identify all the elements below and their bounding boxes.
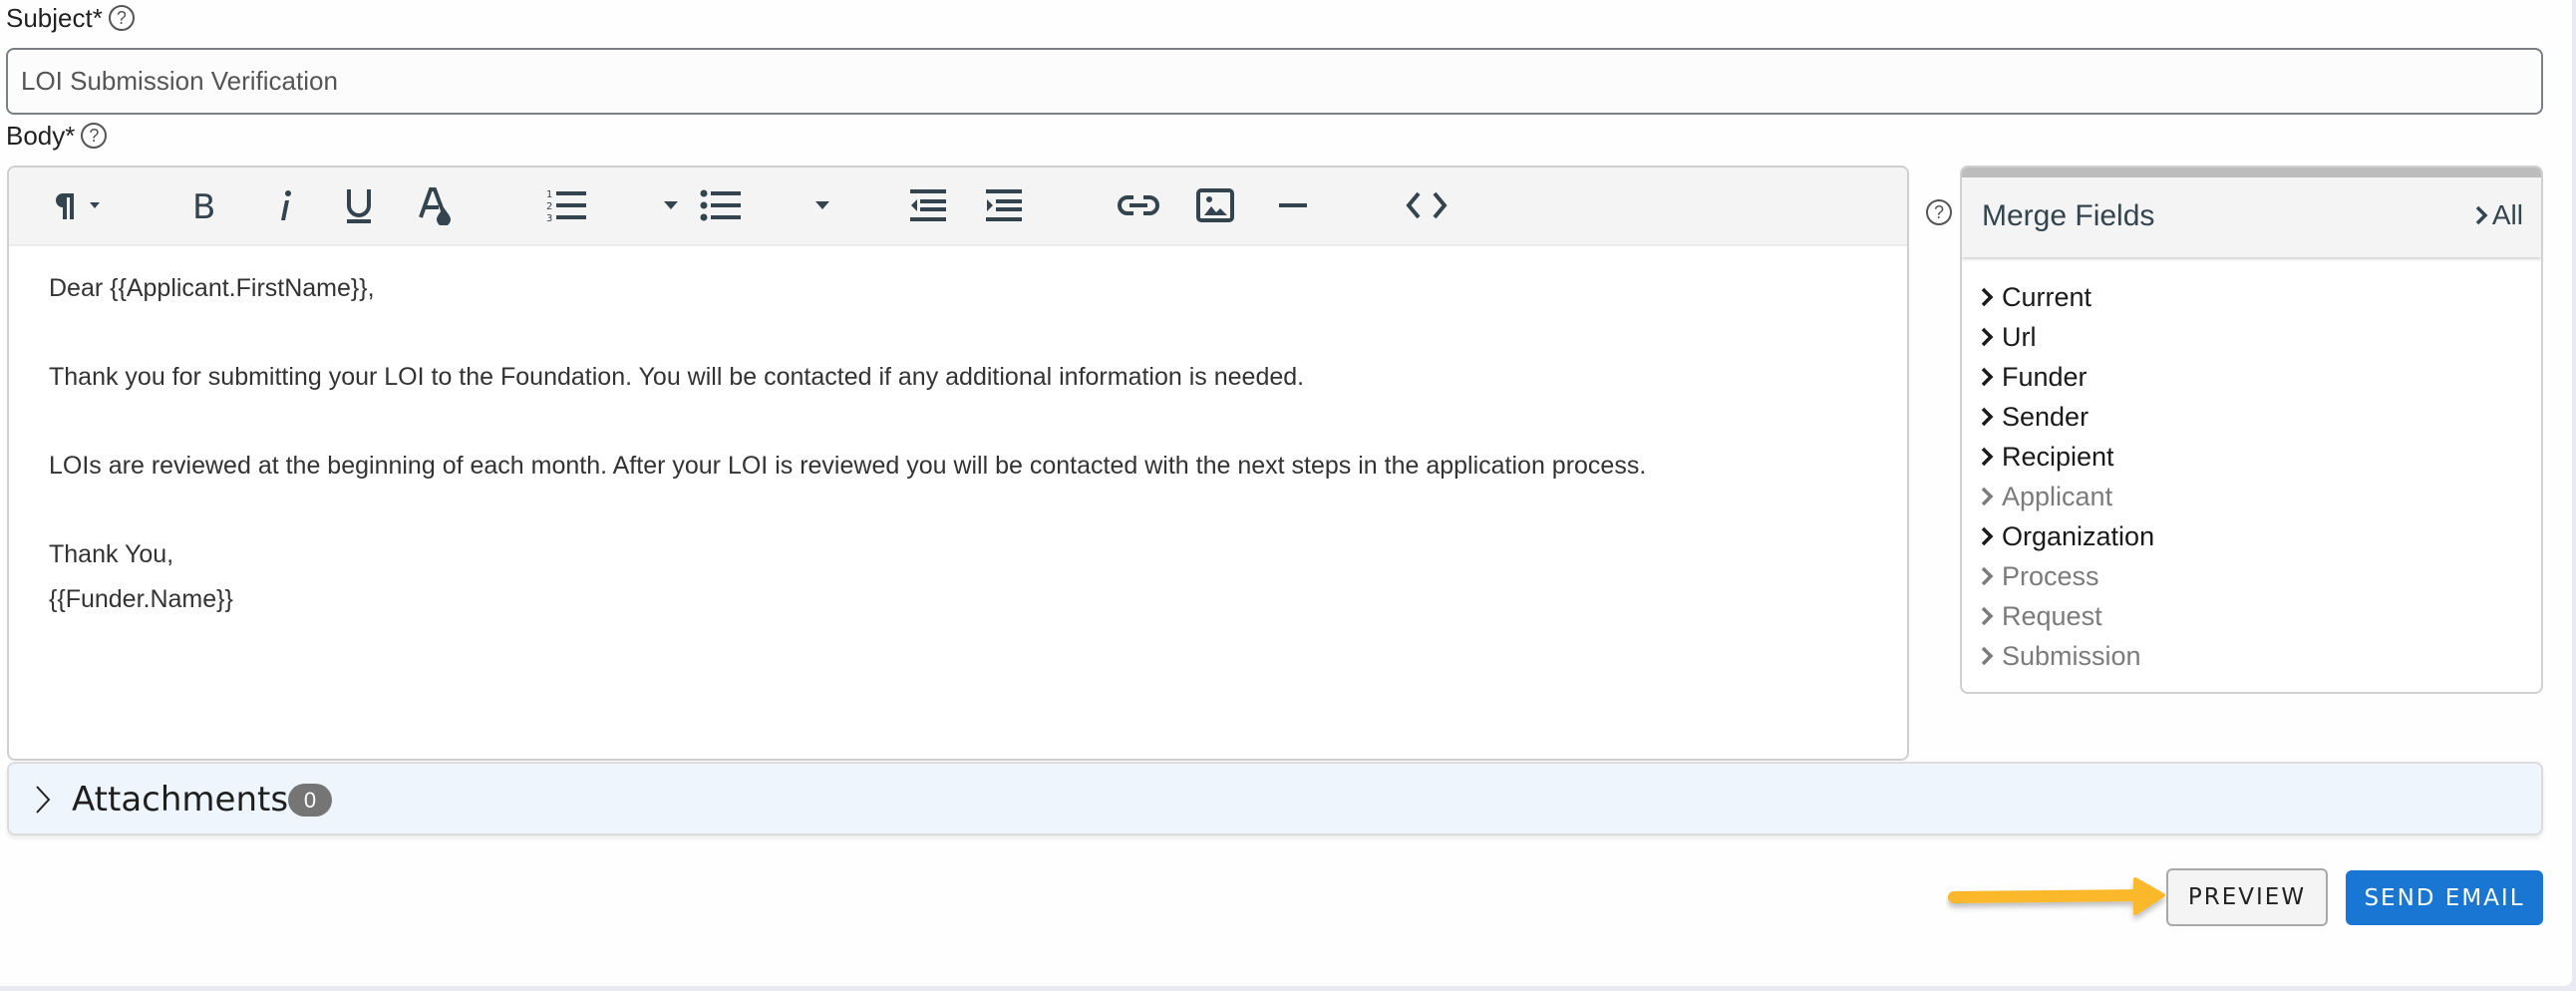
email-form-card: Subject* ? Body* ? B xyxy=(0,0,2572,986)
merge-field-item[interactable]: Recipient xyxy=(1980,437,2154,477)
chevron-right-icon xyxy=(1981,327,1994,347)
outdent-button[interactable] xyxy=(906,185,950,225)
unordered-list-button[interactable] xyxy=(697,185,747,225)
text-color-icon xyxy=(419,187,451,225)
chevron-right-icon xyxy=(1981,566,1994,586)
italic-button[interactable] xyxy=(266,185,302,225)
chevron-right-icon xyxy=(36,786,51,814)
ordered-list-button[interactable]: 1 2 3 xyxy=(543,185,593,225)
merge-field-label: Request xyxy=(2002,600,2102,631)
body-line-paragraph-1: Thank you for submitting your LOI to the… xyxy=(49,363,1305,391)
help-icon[interactable]: ? xyxy=(81,123,108,149)
body-line-greeting: Dear {{Applicant.FirstName}}, xyxy=(49,274,375,302)
merge-field-label: Applicant xyxy=(2002,481,2113,511)
underline-icon xyxy=(347,189,371,223)
indent-icon xyxy=(986,189,1022,221)
attachments-label: Attachments xyxy=(72,780,289,820)
merge-fields-header: Merge Fields All xyxy=(1962,177,2541,257)
indent-button[interactable] xyxy=(982,185,1026,225)
merge-fields-title: Merge Fields xyxy=(1982,199,2155,232)
merge-fields-panel: Merge Fields All Current Url Funder Sender R… xyxy=(1960,165,2543,694)
merge-field-item[interactable]: Applicant xyxy=(1980,477,2154,516)
editor-toolbar: B 1 2 3 xyxy=(9,167,1907,246)
bold-button[interactable]: B xyxy=(184,185,224,225)
body-label: Body* ? xyxy=(6,118,108,154)
editor-content[interactable]: Dear {{Applicant.FirstName}}, Thank you … xyxy=(9,246,1907,759)
chevron-right-icon xyxy=(1981,287,1994,307)
merge-field-label: Organization xyxy=(2002,520,2155,551)
svg-text:3: 3 xyxy=(546,213,552,223)
insert-image-button[interactable] xyxy=(1193,185,1237,225)
subject-input[interactable] xyxy=(6,48,2543,115)
text-color-button[interactable] xyxy=(414,185,460,225)
merge-field-label: Funder xyxy=(2002,361,2088,392)
body-label-text: Body* xyxy=(6,120,76,151)
body-line-signature: {{Funder.Name}} xyxy=(49,585,233,613)
merge-field-item[interactable]: Url xyxy=(1980,317,2154,357)
svg-text:1: 1 xyxy=(546,189,552,200)
annotation-arrow-icon xyxy=(1948,877,2165,915)
code-view-icon xyxy=(1406,191,1448,219)
unordered-list-dropdown[interactable] xyxy=(808,185,838,225)
subject-label: Subject* ? xyxy=(6,0,135,36)
preview-button[interactable]: PREVIEW xyxy=(2166,868,2328,926)
chevron-right-icon xyxy=(1981,646,1994,666)
merge-fields-topbar xyxy=(1962,167,2541,177)
ordered-list-dropdown[interactable] xyxy=(657,185,687,225)
merge-field-item[interactable]: Current xyxy=(1980,277,2154,317)
chevron-right-icon xyxy=(1981,447,1994,467)
merge-fields-list: Current Url Funder Sender Recipient Applicant… xyxy=(1980,277,2154,676)
body-editor: B 1 2 3 Dear {{Applicant.FirstName}}, Th… xyxy=(7,165,1909,761)
chevron-right-icon xyxy=(1981,487,1994,506)
merge-field-label: Recipient xyxy=(2002,441,2114,472)
chevron-right-icon xyxy=(1981,407,1994,427)
merge-field-item[interactable]: Organization xyxy=(1980,516,2154,556)
ordered-list-icon: 1 2 3 xyxy=(546,189,586,223)
subject-label-text: Subject* xyxy=(6,2,103,33)
insert-link-button[interactable] xyxy=(1116,185,1161,225)
merge-fields-all-link[interactable]: All xyxy=(2474,199,2523,231)
paragraph-format-button[interactable] xyxy=(47,185,113,225)
chevron-right-icon xyxy=(1981,526,1994,546)
horizontal-rule-button[interactable] xyxy=(1273,185,1313,225)
paragraph-format-icon xyxy=(56,193,100,219)
body-line-signoff: Thank You, xyxy=(49,540,174,568)
send-email-button[interactable]: SEND EMAIL xyxy=(2346,870,2543,925)
attachments-count-badge: 0 xyxy=(288,784,332,817)
chevron-right-icon xyxy=(1981,367,1994,387)
chevron-right-icon xyxy=(2475,205,2488,225)
unordered-list-icon xyxy=(700,189,741,221)
merge-field-label: Submission xyxy=(2002,640,2141,671)
merge-field-item[interactable]: Funder xyxy=(1980,357,2154,397)
attachments-section[interactable]: Attachments 0 xyxy=(7,762,2543,835)
merge-field-label: Url xyxy=(2002,321,2037,352)
merge-fields-all-label: All xyxy=(2491,199,2523,230)
outdent-icon xyxy=(910,189,946,221)
link-icon xyxy=(1118,195,1159,215)
merge-fields-help-icon[interactable]: ? xyxy=(1926,199,1952,225)
italic-icon xyxy=(281,190,291,220)
merge-field-item[interactable]: Submission xyxy=(1980,636,2154,676)
merge-field-label: Sender xyxy=(2002,401,2090,432)
merge-field-label: Process xyxy=(2002,560,2099,591)
merge-field-item[interactable]: Sender xyxy=(1980,397,2154,437)
horizontal-rule-icon xyxy=(1279,203,1307,207)
merge-field-item[interactable]: Process xyxy=(1980,556,2154,596)
caret-down-icon xyxy=(815,201,829,209)
help-icon[interactable]: ? xyxy=(108,5,135,31)
svg-text:2: 2 xyxy=(546,201,552,212)
chevron-right-icon xyxy=(1981,606,1994,626)
svg-text:B: B xyxy=(192,188,215,222)
merge-field-item[interactable]: Request xyxy=(1980,596,2154,636)
caret-down-icon xyxy=(664,201,678,209)
image-icon xyxy=(1196,188,1234,222)
code-view-button[interactable] xyxy=(1403,185,1450,225)
underline-button[interactable] xyxy=(338,185,380,225)
bold-icon: B xyxy=(192,188,215,222)
merge-field-label: Current xyxy=(2002,281,2093,312)
body-line-paragraph-2: LOIs are reviewed at the beginning of ea… xyxy=(49,452,1647,480)
